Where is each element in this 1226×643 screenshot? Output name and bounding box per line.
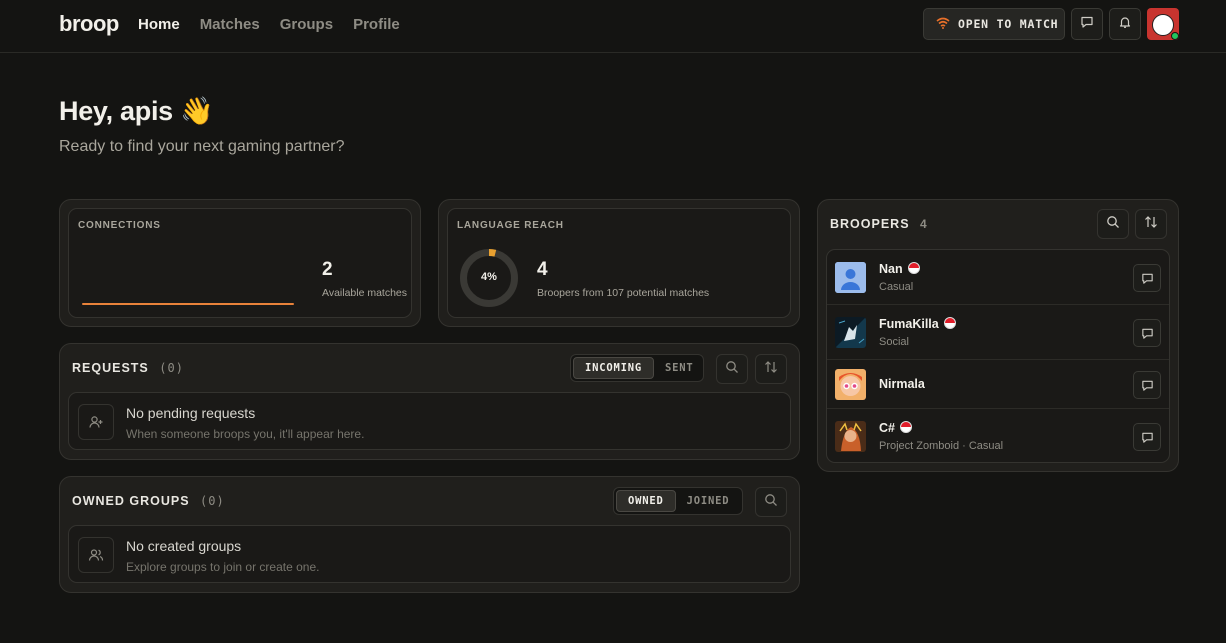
requests-sort-button[interactable] (755, 354, 787, 384)
open-to-match-button[interactable]: OPEN TO MATCH (923, 8, 1065, 40)
brooper-tags: Casual (879, 281, 914, 293)
chat-icon (1141, 328, 1153, 339)
page-subtitle: Ready to find your next gaming partner? (59, 138, 345, 155)
tab-incoming[interactable]: INCOMING (573, 357, 654, 379)
search-icon (1106, 215, 1120, 234)
brooper-name-text: FumaKilla (879, 317, 939, 331)
brooper-name-text: Nan (879, 262, 903, 276)
users-icon (78, 537, 114, 573)
brooper-tags: Project Zomboid · Casual (879, 440, 1004, 452)
avatar-face (1152, 14, 1174, 36)
broopers-count: 4 (920, 217, 928, 231)
chat-icon (1080, 15, 1094, 34)
add-user-icon (78, 404, 114, 440)
logo[interactable]: broop (59, 11, 119, 37)
nav-link-matches[interactable]: Matches (200, 16, 260, 33)
chat-icon (1141, 432, 1153, 443)
broopers-sort-button[interactable] (1135, 209, 1167, 239)
avatar (835, 262, 866, 293)
brooper-row[interactable]: Nirmala (827, 360, 1169, 409)
avatar (835, 421, 866, 452)
indonesia-flag-icon (907, 262, 920, 274)
tab-joined[interactable]: JOINED (676, 490, 741, 512)
requests-empty-state: No pending requests When someone broops … (68, 392, 791, 450)
broopers-search-button[interactable] (1097, 209, 1129, 239)
notifications-button[interactable] (1109, 8, 1141, 40)
language-reach-card: LANGUAGE REACH 4% 4 Broopers from 107 po… (438, 199, 800, 327)
language-reach-card-inner: LANGUAGE REACH 4% 4 Broopers from 107 po… (447, 208, 791, 318)
owned-groups-card: OWNED GROUPS (0) OWNED JOINED No created… (59, 476, 800, 593)
requests-card: REQUESTS (0) INCOMING SENT No pending re… (59, 343, 800, 460)
indonesia-flag-icon (899, 421, 912, 433)
groups-tabs: OWNED JOINED (613, 487, 743, 515)
brooper-row[interactable]: C# Project Zomboid · Casual (827, 409, 1169, 462)
brooper-name: FumaKilla (879, 317, 956, 331)
groups-search-button[interactable] (755, 487, 787, 517)
avatar (835, 317, 866, 348)
brooper-name: C# (879, 421, 912, 435)
brooper-row[interactable]: Nan Casual (827, 250, 1169, 305)
owned-groups-count: (0) (200, 494, 225, 508)
connections-card: CONNECTIONS 2 Available matches (59, 199, 421, 327)
groups-empty-title: No created groups (126, 538, 242, 554)
broopers-title: BROOPERS 4 (830, 217, 928, 231)
connections-card-inner: CONNECTIONS 2 Available matches (68, 208, 412, 318)
broopers-panel: BROOPERS 4 Nan Casual FumaKilla Social N… (817, 199, 1179, 472)
nav-link-home[interactable]: Home (138, 16, 180, 33)
open-to-match-label: OPEN TO MATCH (958, 17, 1059, 31)
indonesia-flag-icon (943, 317, 956, 329)
chat-icon (1141, 380, 1153, 391)
message-button[interactable] (1133, 423, 1161, 451)
language-reach-percent: 4% (481, 271, 497, 283)
connections-sparkline (82, 303, 294, 305)
page-title: Hey, apis 👋 (59, 96, 214, 126)
broopers-list: Nan Casual FumaKilla Social Nirmala C# P… (826, 249, 1170, 463)
connections-label: CONNECTIONS (78, 220, 161, 231)
brooper-row[interactable]: FumaKilla Social (827, 305, 1169, 360)
requests-empty-subtitle: When someone broops you, it'll appear he… (126, 427, 365, 441)
requests-title: REQUESTS (0) (72, 361, 184, 375)
brooper-tags: Social (879, 336, 909, 348)
wifi-icon (936, 17, 950, 32)
connections-caption: Available matches (322, 287, 408, 299)
language-reach-value: 4 (537, 259, 548, 280)
requests-title-text: REQUESTS (72, 361, 149, 375)
message-button[interactable] (1133, 264, 1161, 292)
requests-tabs: INCOMING SENT (570, 354, 704, 382)
groups-empty-state: No created groups Explore groups to join… (68, 525, 791, 583)
owned-groups-title-text: OWNED GROUPS (72, 494, 190, 508)
search-icon (764, 493, 778, 512)
language-reach-caption: Broopers from 107 potential matches (537, 287, 710, 299)
nav-link-groups[interactable]: Groups (280, 16, 333, 33)
brooper-name: Nirmala (879, 377, 925, 391)
requests-count: (0) (159, 361, 184, 375)
owned-groups-title: OWNED GROUPS (0) (72, 494, 225, 508)
message-button[interactable] (1133, 319, 1161, 347)
tab-owned[interactable]: OWNED (616, 490, 676, 512)
bell-icon (1118, 15, 1132, 34)
avatar[interactable] (1147, 8, 1179, 40)
nav-links: Home Matches Groups Profile (138, 16, 400, 33)
language-reach-label: LANGUAGE REACH (457, 220, 564, 231)
online-status-dot (1171, 32, 1179, 40)
tab-sent[interactable]: SENT (654, 357, 705, 379)
message-button[interactable] (1133, 371, 1161, 399)
sort-icon (764, 360, 778, 379)
search-icon (725, 360, 739, 379)
avatar (835, 369, 866, 400)
sort-icon (1144, 215, 1158, 234)
brooper-name: Nan (879, 262, 920, 276)
nav-link-profile[interactable]: Profile (353, 16, 400, 33)
requests-empty-title: No pending requests (126, 405, 256, 421)
broopers-title-text: BROOPERS (830, 217, 910, 231)
brooper-name-text: C# (879, 421, 895, 435)
connections-value: 2 (322, 259, 333, 280)
messages-button[interactable] (1071, 8, 1103, 40)
chat-icon (1141, 273, 1153, 284)
requests-search-button[interactable] (716, 354, 748, 384)
groups-empty-subtitle: Explore groups to join or create one. (126, 560, 320, 574)
top-nav: broop Home Matches Groups Profile OPEN T… (0, 0, 1226, 53)
